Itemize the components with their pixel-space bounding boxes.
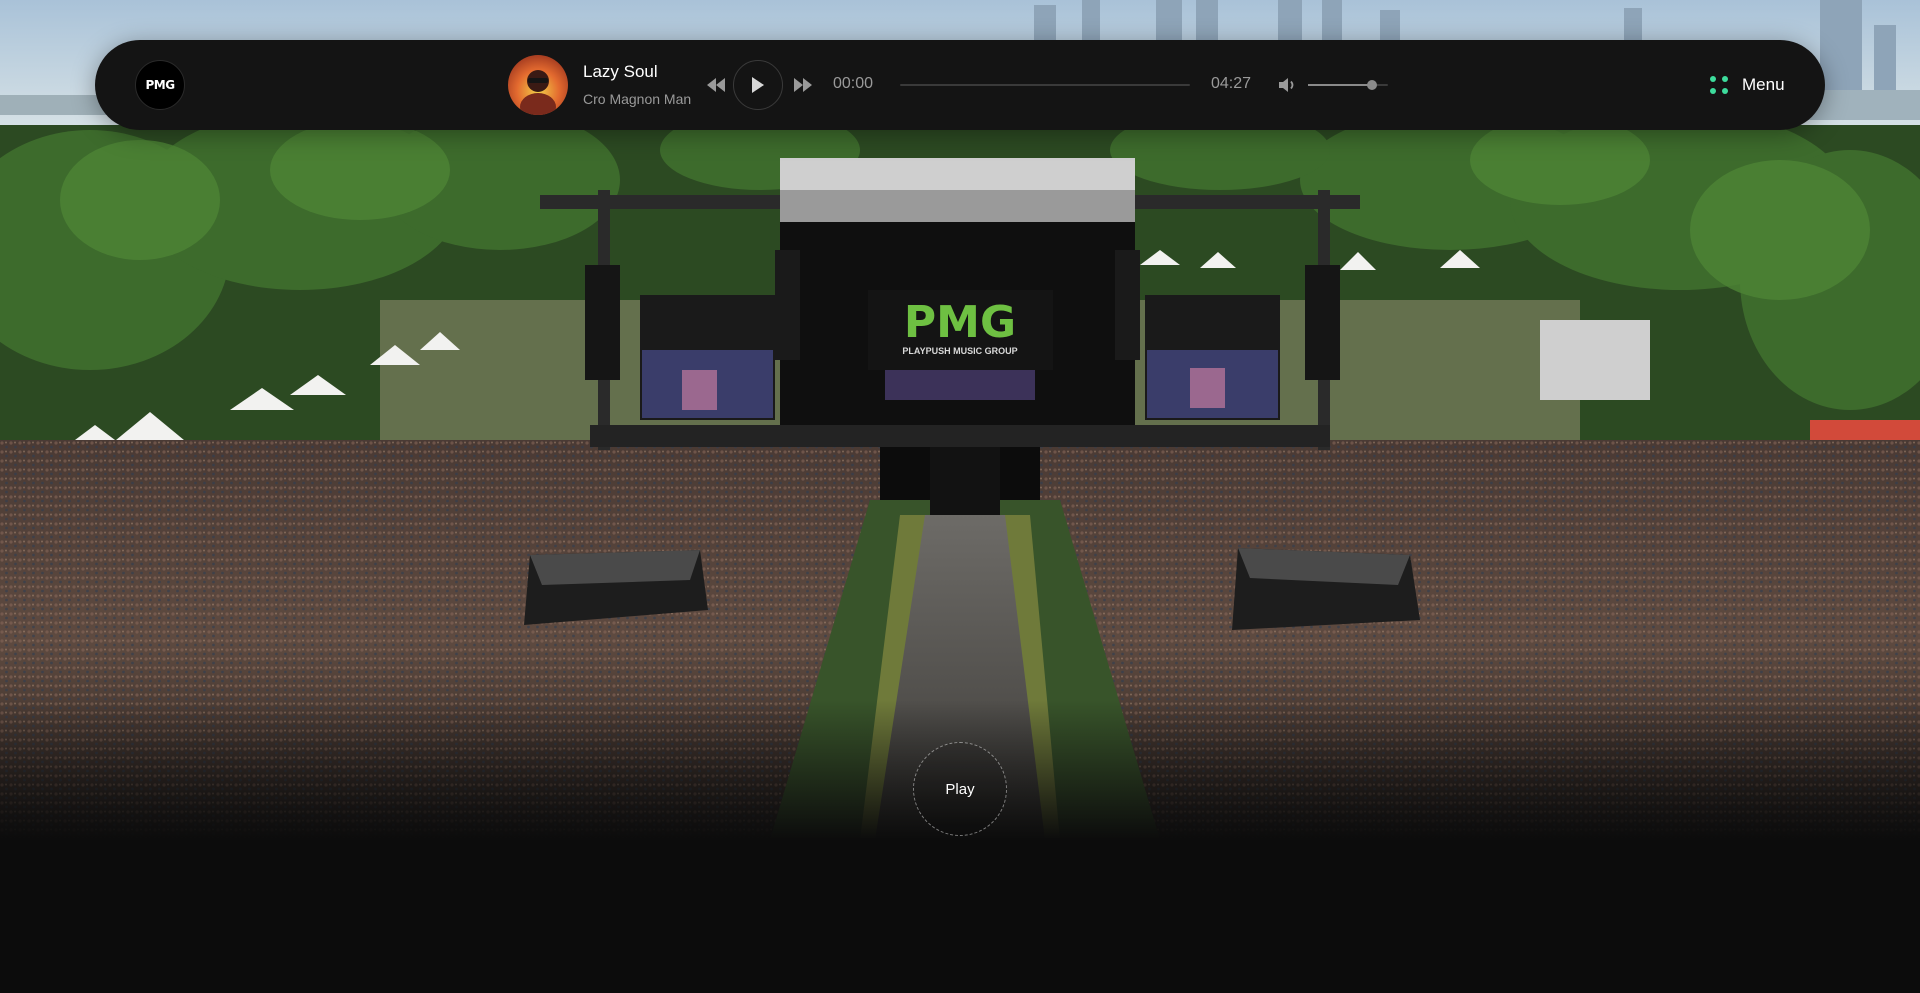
stage-screen-logo: PMG bbox=[904, 297, 1016, 348]
fast-forward-button[interactable] bbox=[792, 74, 814, 96]
volume-button[interactable] bbox=[1277, 74, 1299, 96]
track-artwork bbox=[508, 55, 568, 115]
progress-bar[interactable] bbox=[900, 84, 1190, 86]
volume-knob[interactable] bbox=[1367, 80, 1377, 90]
current-time: 00:00 bbox=[833, 75, 874, 92]
page-bottom bbox=[0, 838, 1920, 993]
rewind-button[interactable] bbox=[705, 74, 727, 96]
menu-label: Menu bbox=[1742, 75, 1785, 94]
volume-fill bbox=[1308, 84, 1372, 86]
volume-icon bbox=[1279, 78, 1294, 92]
brand-logo[interactable]: PMG bbox=[135, 60, 185, 110]
hero-play-button[interactable]: Play bbox=[913, 742, 1007, 836]
hero-play-label: Play bbox=[945, 780, 975, 798]
play-pause-button[interactable] bbox=[733, 60, 783, 110]
track-title: Lazy Soul bbox=[583, 62, 658, 81]
logo-text: PMG bbox=[145, 78, 175, 92]
volume-slider[interactable] bbox=[1308, 80, 1388, 90]
player-bar: PMG Lazy Soul Cro Magnon Man 00:00 04:27 bbox=[95, 40, 1825, 130]
hero-section: PMG PLAYPUSH MUSIC GROUP Play bbox=[0, 0, 1920, 993]
menu-dots-icon bbox=[1710, 76, 1728, 94]
rewind-icon bbox=[707, 78, 725, 92]
total-time: 04:27 bbox=[1211, 75, 1252, 92]
stage-screen-subtitle: PLAYPUSH MUSIC GROUP bbox=[902, 346, 1017, 356]
menu-button[interactable]: Menu bbox=[1710, 65, 1785, 105]
fast-forward-icon bbox=[794, 78, 812, 92]
play-icon bbox=[752, 77, 764, 93]
track-artist: Cro Magnon Man bbox=[583, 91, 692, 107]
